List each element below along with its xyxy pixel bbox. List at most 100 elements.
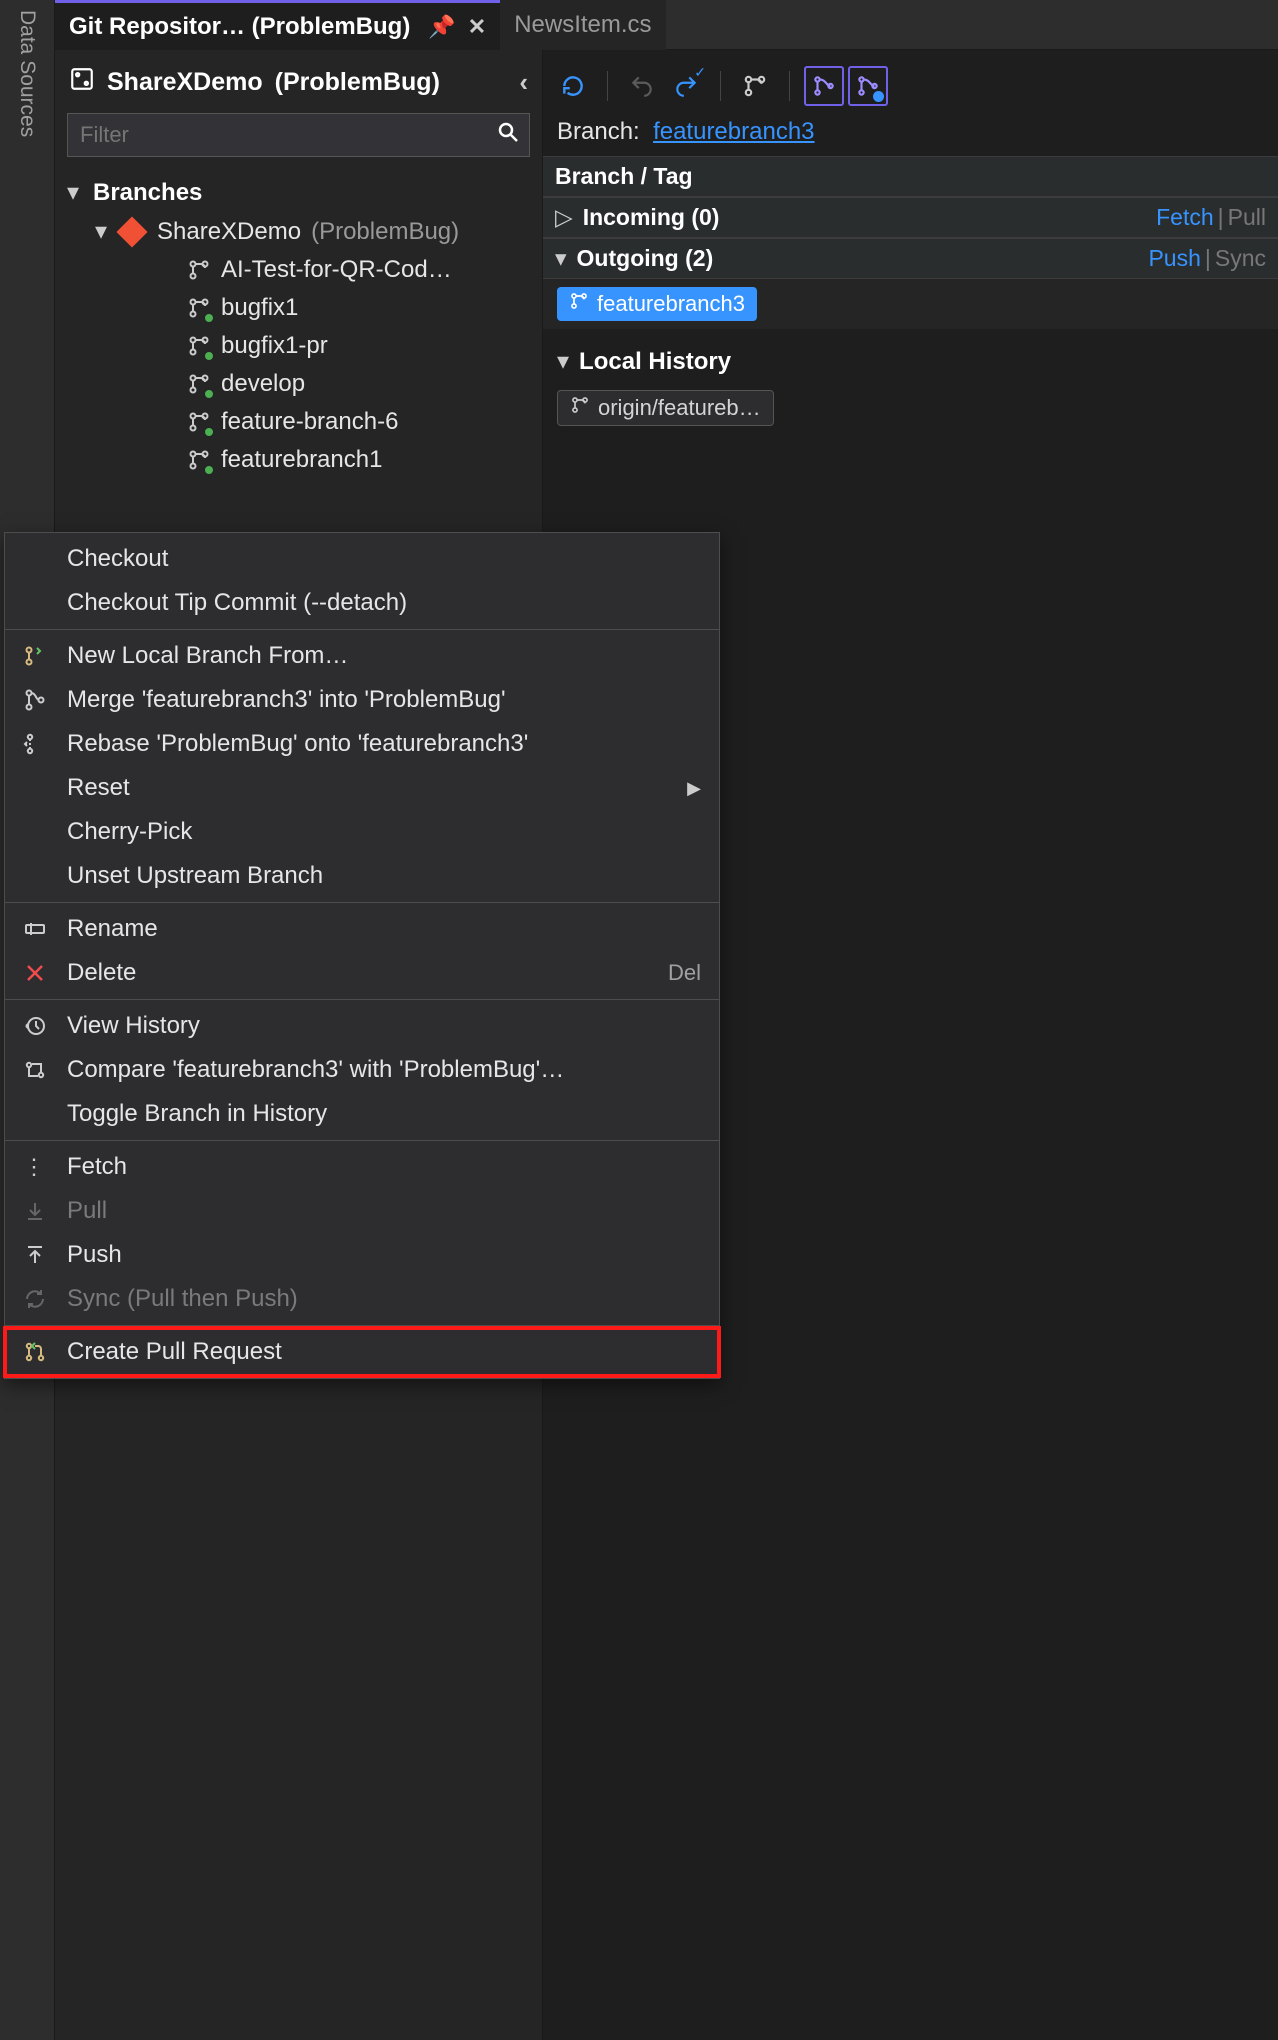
push-icon (19, 1243, 51, 1267)
menu-item-unset-upstream-branch[interactable]: Unset Upstream Branch (5, 854, 719, 898)
menu-label: Delete (67, 959, 652, 987)
outgoing-branch-row[interactable]: featurebranch3 (543, 279, 1278, 329)
branch-name: develop (221, 370, 305, 398)
menu-item-delete[interactable]: Delete Del (5, 951, 719, 995)
chevron-left-icon[interactable]: ‹ (519, 67, 528, 98)
pull-link[interactable]: Pull (1228, 204, 1266, 231)
local-history-chip[interactable]: origin/featureb… (557, 390, 774, 426)
close-icon[interactable]: ✕ (468, 14, 486, 40)
menu-label: Sync (Pull then Push) (67, 1285, 701, 1313)
branch-name: AI-Test-for-QR-Cod… (221, 256, 452, 284)
branch-name: feature-branch-6 (221, 408, 398, 436)
branch-icon (187, 372, 211, 396)
graph-icon[interactable] (804, 66, 844, 106)
menu-label: Fetch (67, 1153, 701, 1181)
menu-item-rename[interactable]: Rename (5, 907, 719, 951)
history-icon (19, 1014, 51, 1038)
pin-icon[interactable]: 📌 (428, 14, 455, 40)
search-icon[interactable] (496, 120, 520, 150)
git-icon (116, 216, 147, 247)
branch-icon (187, 410, 211, 434)
menu-label: Rebase 'ProblemBug' onto 'featurebranch3… (67, 730, 701, 758)
repo-name: ShareXDemo (107, 68, 263, 97)
fetch-icon: ⋮ (19, 1154, 51, 1180)
menu-label: Compare 'featurebranch3' with 'ProblemBu… (67, 1056, 701, 1084)
menu-item-view-history[interactable]: View History (5, 1004, 719, 1048)
branch-item[interactable]: bugfix1-pr (67, 327, 530, 365)
pull-icon (19, 1199, 51, 1223)
repo-node-branch: (ProblemBug) (311, 218, 459, 246)
menu-item-fetch[interactable]: ⋮ Fetch (5, 1145, 719, 1189)
menu-item-checkout-tip-commit-detach[interactable]: Checkout Tip Commit (--detach) (5, 581, 719, 625)
outgoing-label: Outgoing (577, 245, 679, 271)
menu-label: Toggle Branch in History (67, 1100, 701, 1128)
branch-icon[interactable] (735, 66, 775, 106)
sync-link[interactable]: Sync (1215, 245, 1266, 272)
pr-icon (19, 1340, 51, 1364)
fetch-link[interactable]: Fetch (1156, 204, 1214, 231)
menu-item-compare-featurebranch3-with-problembug[interactable]: Compare 'featurebranch3' with 'ProblemBu… (5, 1048, 719, 1092)
delete-icon (19, 961, 51, 985)
menu-label: Push (67, 1241, 701, 1269)
local-history-item: origin/featureb… (598, 395, 761, 421)
menu-item-merge-featurebranch3-into-problembug[interactable]: Merge 'featurebranch3' into 'ProblemBug' (5, 678, 719, 722)
menu-label: View History (67, 1012, 701, 1040)
menu-label: New Local Branch From… (67, 642, 701, 670)
tab-newsitem[interactable]: NewsItem.cs (500, 0, 665, 50)
local-history-header[interactable]: ▾ Local History (543, 329, 1278, 386)
branch-tag-header[interactable]: Branch / Tag (543, 156, 1278, 197)
menu-item-toggle-branch-in-history[interactable]: Toggle Branch in History (5, 1092, 719, 1136)
menu-item-pull: Pull (5, 1189, 719, 1233)
merge-icon (19, 688, 51, 712)
data-sources-tab[interactable]: Data Sources (15, 10, 39, 137)
outgoing-branch-chip[interactable]: featurebranch3 (557, 287, 757, 321)
menu-label: Rename (67, 915, 701, 943)
menu-item-sync-pull-then-push: Sync (Pull then Push) (5, 1277, 719, 1321)
current-branch-link[interactable]: featurebranch3 (653, 118, 814, 145)
refresh-icon[interactable] (553, 66, 593, 106)
branch-item[interactable]: develop (67, 365, 530, 403)
push-link[interactable]: Push (1148, 245, 1200, 272)
branch-icon (187, 334, 211, 358)
repo-node[interactable]: ▾ ShareXDemo (ProblemBug) (67, 212, 530, 251)
menu-item-cherry-pick[interactable]: Cherry-Pick (5, 810, 719, 854)
undo-icon[interactable] (622, 66, 662, 106)
menu-item-new-local-branch-from[interactable]: New Local Branch From… (5, 634, 719, 678)
tab-title: NewsItem.cs (514, 11, 651, 39)
repo-node-name: ShareXDemo (157, 218, 301, 246)
menu-item-reset[interactable]: Reset▶ (5, 766, 719, 810)
menu-shortcut: Del (668, 960, 701, 986)
redo-check-icon[interactable]: ✓ (666, 66, 706, 106)
branches-node[interactable]: ▾ Branches (67, 173, 530, 212)
document-tabs: Git Repositor… (ProblemBug) 📌 ✕ NewsItem… (55, 0, 1278, 50)
menu-label: Cherry-Pick (67, 818, 701, 846)
menu-label: Checkout Tip Commit (--detach) (67, 589, 701, 617)
menu-label: Merge 'featurebranch3' into 'ProblemBug' (67, 686, 701, 714)
tab-git-repository[interactable]: Git Repositor… (ProblemBug) 📌 ✕ (55, 0, 500, 50)
branch-item[interactable]: bugfix1 (67, 289, 530, 327)
sync-icon (19, 1287, 51, 1311)
incoming-count: 0 (699, 204, 712, 230)
incoming-label: Incoming (583, 204, 685, 230)
branch-item[interactable]: AI-Test-for-QR-Cod… (67, 251, 530, 289)
branch-label: Branch: (557, 118, 640, 145)
branch-name: bugfix1-pr (221, 332, 328, 360)
branch-name: bugfix1 (221, 294, 298, 322)
menu-label: Checkout (67, 545, 701, 573)
branch-item[interactable]: feature-branch-6 (67, 403, 530, 441)
menu-item-checkout[interactable]: Checkout (5, 537, 719, 581)
menu-item-rebase-problembug-onto-featurebranch3[interactable]: Rebase 'ProblemBug' onto 'featurebranch3… (5, 722, 719, 766)
graph-sync-icon[interactable] (848, 66, 888, 106)
branch-item[interactable]: featurebranch1 (67, 441, 530, 479)
menu-item-push[interactable]: Push (5, 1233, 719, 1277)
menu-item-create-pull-request[interactable]: Create Pull Request (5, 1330, 719, 1374)
branch-toolbar: ✓ (543, 58, 1278, 114)
outgoing-header[interactable]: ▾ Outgoing (2) Push | Sync (543, 238, 1278, 279)
filter-input[interactable] (67, 113, 530, 157)
incoming-header[interactable]: ▷ Incoming (0) Fetch | Pull (543, 197, 1278, 238)
branch-icon (187, 296, 211, 320)
menu-label: Unset Upstream Branch (67, 862, 701, 890)
branch-cancel-icon (570, 395, 590, 421)
chevron-right-icon: ▶ (687, 778, 701, 799)
branch-icon (187, 448, 211, 472)
